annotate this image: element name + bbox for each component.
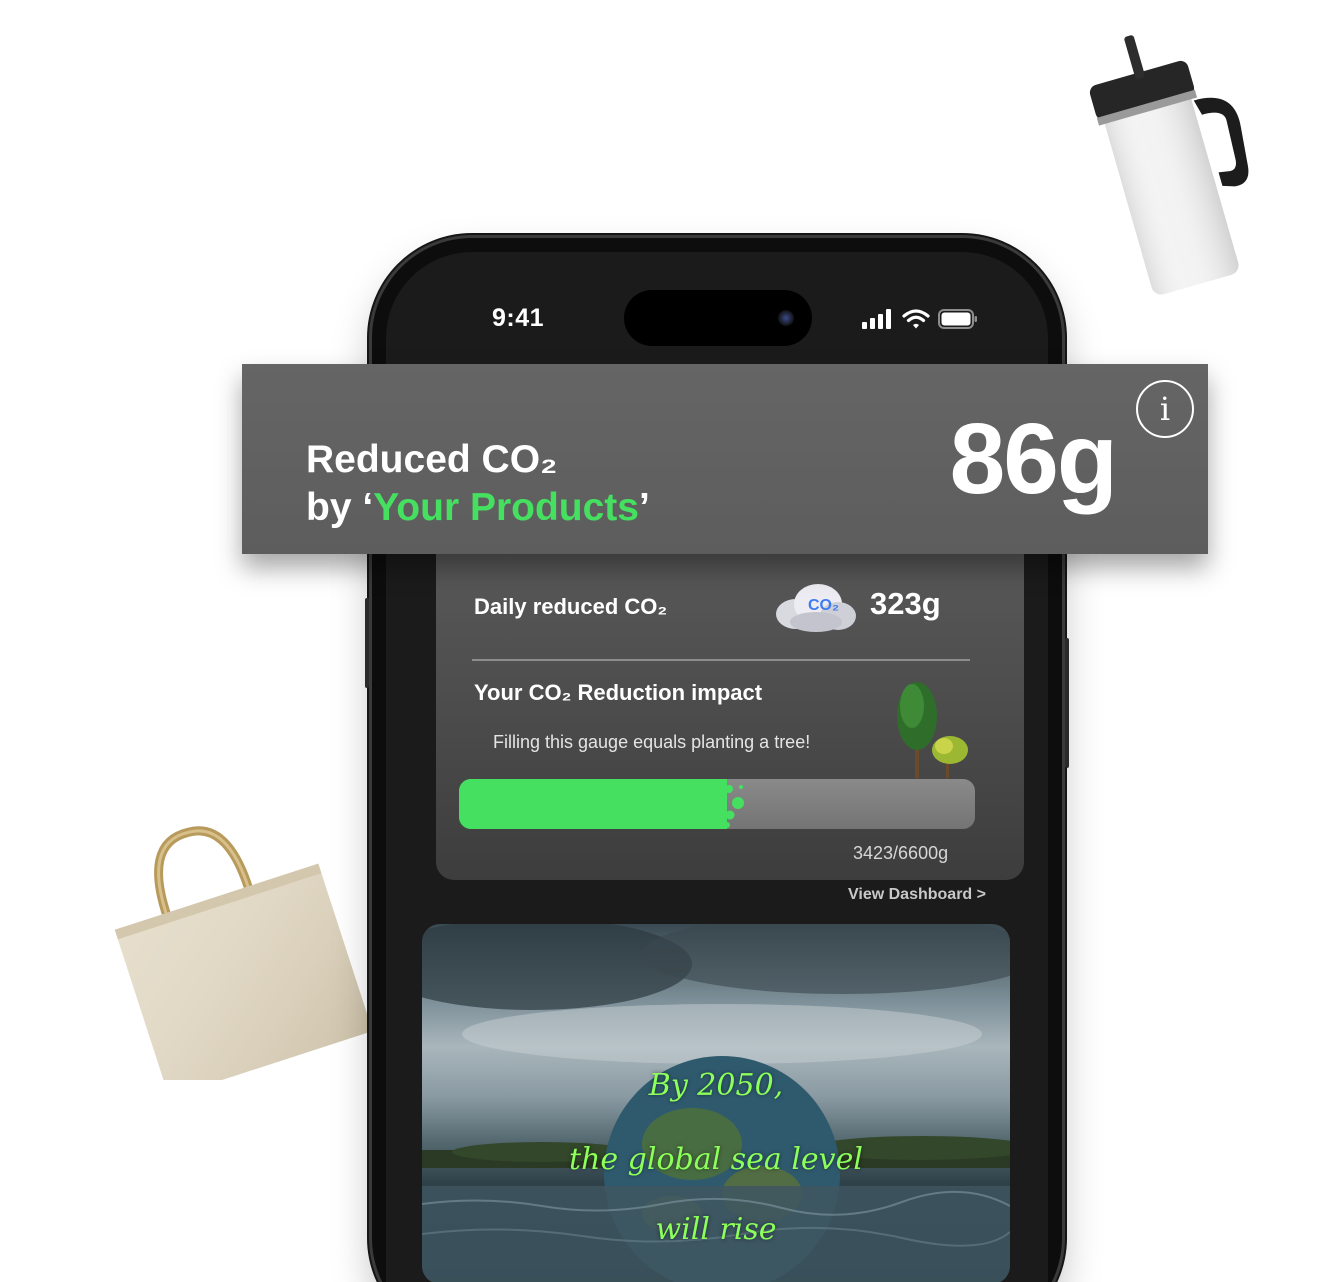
reduced-co2-banner: Reduced CO₂ by ‘Your Products’ 86g i bbox=[242, 364, 1208, 554]
status-icons bbox=[862, 308, 978, 330]
info-icon[interactable]: i bbox=[1136, 380, 1194, 438]
tote-bag-image bbox=[114, 826, 373, 1080]
gauge-bubbles bbox=[724, 785, 744, 828]
promo-text-line: the global sea level bbox=[569, 1142, 863, 1177]
sea-level-promo-card[interactable]: By 2050, the global sea level will rise bbox=[422, 924, 1010, 1282]
signal-icon bbox=[862, 309, 891, 329]
tumbler-image bbox=[1089, 35, 1249, 295]
reduction-gauge bbox=[459, 779, 975, 829]
impact-subtitle: Filling this gauge equals planting a tre… bbox=[493, 732, 811, 752]
banner-subtitle-prefix: by ‘ bbox=[306, 486, 374, 529]
banner-co2-value: 86g bbox=[949, 403, 1118, 515]
svg-text:CO₂: CO₂ bbox=[808, 597, 839, 614]
camera-icon bbox=[778, 310, 794, 326]
phone-side-button bbox=[365, 598, 369, 688]
tree-icon bbox=[897, 682, 968, 778]
banner-products-highlight: Your Products bbox=[373, 486, 639, 529]
promo-text-line: will rise bbox=[655, 1212, 777, 1247]
phone-side-button bbox=[1065, 638, 1069, 768]
dynamic-island bbox=[624, 290, 812, 346]
banner-title: Reduced CO₂ bbox=[306, 438, 558, 481]
wifi-icon bbox=[902, 309, 930, 329]
view-dashboard-link[interactable]: View Dashboard > bbox=[848, 886, 986, 904]
stats-divider bbox=[472, 659, 970, 661]
status-time: 9:41 bbox=[492, 304, 545, 332]
gauge-fill bbox=[459, 779, 727, 829]
co2-cloud-icon: CO₂ bbox=[776, 584, 856, 632]
promo-text-line: By 2050, bbox=[648, 1068, 784, 1103]
banner-subtitle: by ‘Your Products’ bbox=[306, 486, 650, 530]
impact-title: Your CO₂ Reduction impact bbox=[474, 680, 763, 705]
daily-reduced-label: Daily reduced CO₂ bbox=[474, 594, 668, 619]
battery-icon bbox=[938, 309, 977, 329]
daily-reduced-value: 323g bbox=[870, 586, 941, 621]
gauge-value-label: 3423/6600g bbox=[853, 843, 949, 863]
banner-subtitle-suffix: ’ bbox=[639, 486, 650, 529]
